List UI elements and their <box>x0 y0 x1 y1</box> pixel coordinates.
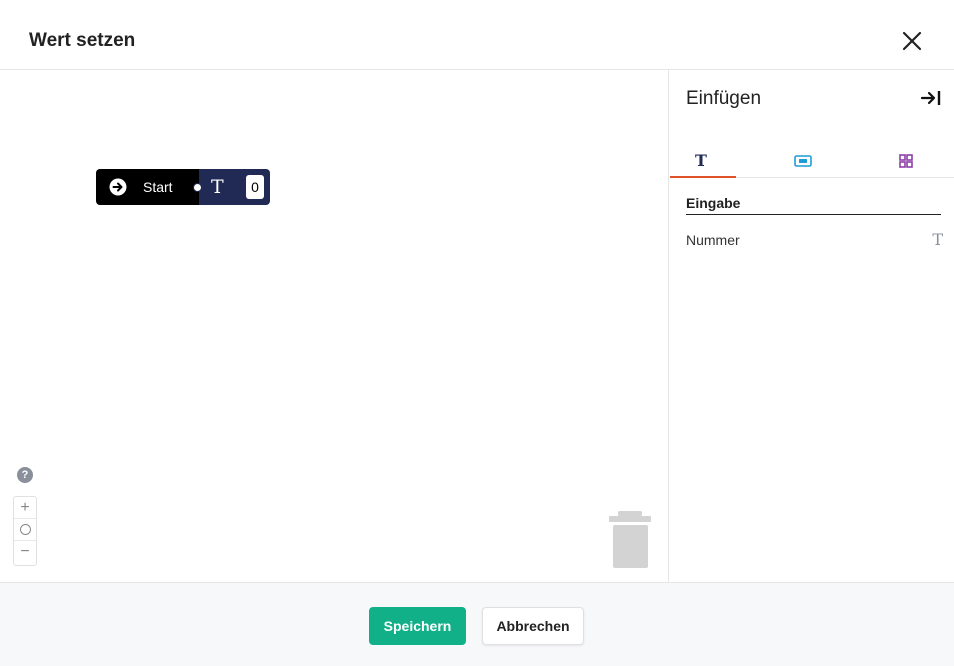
section-heading: Eingabe <box>686 195 941 215</box>
zoom-in-button[interactable]: + <box>14 497 36 519</box>
save-button[interactable]: Speichern <box>369 607 466 645</box>
cancel-button[interactable]: Abbrechen <box>482 607 584 645</box>
dialog-title: Wert setzen <box>29 30 136 51</box>
dialog-footer: Speichern Abbrechen <box>0 582 954 666</box>
close-icon[interactable] <box>898 27 926 55</box>
trash-icon[interactable] <box>608 511 652 568</box>
text-type-icon: T <box>932 230 943 249</box>
workspace-canvas[interactable]: Start T 0 ? + − <box>0 70 669 582</box>
tab-text[interactable]: T <box>670 148 736 178</box>
panel-title: Einfügen <box>686 88 762 109</box>
start-block[interactable]: Start <box>96 169 200 205</box>
text-type-icon: T <box>211 176 224 198</box>
list-item-label: Nummer <box>686 232 740 248</box>
circle-icon <box>19 524 31 535</box>
arrow-circle-right-icon <box>109 178 127 196</box>
dialog-header: Wert setzen <box>0 0 954 70</box>
list-item-nummer[interactable]: Nummer T <box>686 230 943 252</box>
text-type-icon: T <box>695 151 707 170</box>
zoom-controls: + − <box>13 496 37 566</box>
tab-text-field[interactable] <box>770 148 836 178</box>
value-block[interactable]: T 0 <box>199 169 270 205</box>
start-block-label: Start <box>143 179 173 195</box>
text-field-icon <box>794 155 812 167</box>
help-icon[interactable]: ? <box>17 467 33 483</box>
panel-tabs: T <box>670 148 954 178</box>
apps-grid-icon <box>899 154 913 168</box>
collapse-panel-icon[interactable] <box>920 87 942 109</box>
block-connector <box>193 183 202 192</box>
zoom-out-button[interactable]: − <box>14 541 36 563</box>
value-field[interactable]: 0 <box>246 175 264 199</box>
insert-panel: Einfügen T Eingabe Nummer T <box>670 70 954 582</box>
tab-apps[interactable] <box>873 148 939 178</box>
zoom-reset-button[interactable] <box>14 519 36 541</box>
